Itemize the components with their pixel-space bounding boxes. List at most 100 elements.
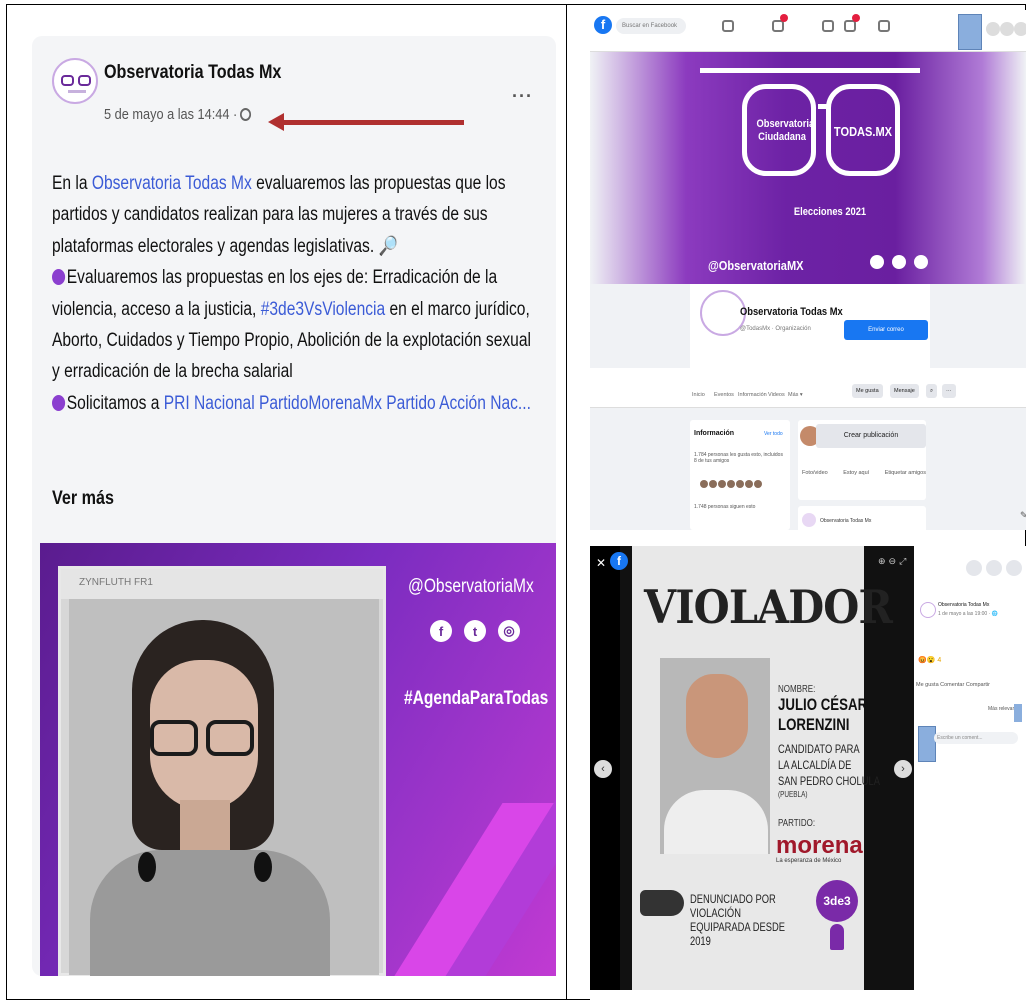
post-body-text: En la Observatoria Todas Mx evaluaremos … [52, 168, 544, 419]
tab-events[interactable]: Eventos [714, 392, 734, 398]
post-page-name[interactable]: Observatoria Todas Mx [104, 62, 281, 84]
candidate-name-first: JULIO CÉSAR [778, 695, 868, 714]
search-icon[interactable]: ⌕ [926, 384, 938, 398]
denounce-text: DENUNCIADO POR VIOLACIÓN EQUIPARADA DESDE… [690, 892, 786, 948]
previous-photo-button[interactable]: ‹ [594, 760, 612, 778]
page-mention-link[interactable]: Observatoria Todas Mx [92, 173, 252, 194]
party-name: morena [776, 832, 863, 859]
bell-icon[interactable] [1006, 560, 1022, 576]
party-mentions-link[interactable]: PRI Nacional PartidoMorenaMx Partido Acc… [164, 393, 531, 414]
post-timestamp[interactable]: 5 de mayo a las 14:44 · [104, 106, 251, 123]
zoom-controls[interactable]: ⊕⊖⤢ [878, 556, 909, 567]
cover-subtitle: Elecciones 2021 [793, 206, 867, 218]
speaker-shirt [90, 850, 330, 976]
followers-count-text: 1.748 personas siguen esto [694, 504, 756, 510]
purple-circle-icon [52, 269, 66, 286]
post-line: Solicitamos a PRI Nacional PartidoMorena… [52, 388, 544, 419]
eyeglasses [206, 720, 254, 756]
page-category: @TodasMx · Organización [740, 326, 811, 332]
panel-date: 1 de mayo a las 19:00 · 🌐 [938, 611, 998, 617]
post-line: plataformas electorales y agendas legisl… [52, 235, 398, 257]
image-hashtag: #AgendaParaTodas [404, 688, 549, 709]
search-input[interactable]: Buscar en Facebook [616, 18, 686, 34]
hashtag-link[interactable]: #3de3VsViolencia [261, 299, 385, 320]
candidate-role: LA ALCALDÍA DE [778, 758, 852, 772]
reactions-count[interactable]: 😡😮 4 [918, 656, 941, 664]
state-label: (PUEBLA) [778, 790, 808, 799]
messenger-icon[interactable] [1000, 22, 1014, 36]
globe-icon [239, 108, 251, 121]
close-icon[interactable]: ✕ [596, 556, 606, 570]
facebook-page-screenshot: f Buscar en Facebook Observatoria Ciudad… [590, 10, 1026, 530]
edit-icon[interactable]: ✎ [1020, 510, 1026, 521]
likes-count-text: 1.784 personas les gusta esto, incluidos… [694, 452, 783, 464]
tab-videos[interactable]: Videos [768, 392, 785, 398]
page-avatar[interactable] [52, 58, 98, 104]
party-label: PARTIDO: [778, 818, 816, 829]
more-options-button[interactable]: ··· [512, 86, 533, 107]
page-title: Observatoria Todas Mx [740, 306, 843, 318]
post-line: En la Observatoria Todas Mx evaluaremos … [52, 173, 506, 194]
tab-more[interactable]: Más ▾ [788, 392, 803, 398]
feed-post-author: Observatoria Todas Mx [820, 518, 872, 524]
video-bar: ZYNFLUTH FR1 [61, 569, 383, 599]
info-heading: Información [694, 430, 735, 437]
comment-input[interactable]: Escribe un coment... [934, 732, 1018, 744]
post-line: y erradicación de la brecha salarial [52, 361, 293, 383]
notification-badge [852, 14, 860, 22]
plus-icon[interactable] [966, 560, 982, 576]
post-actions[interactable]: Me gusta Comentar Compartir [916, 682, 990, 688]
post-line: partidos y candidatos realizan para las … [52, 204, 488, 226]
tab-home[interactable]: Inicio [692, 392, 705, 398]
tab-info[interactable]: Información [738, 392, 767, 398]
photo-video-button[interactable]: Foto/video [802, 470, 828, 476]
venus-symbol-icon [830, 924, 844, 950]
message-button[interactable]: Mensaje [890, 384, 919, 398]
social-icons: f t ◎ [430, 620, 520, 642]
create-post-actions: Foto/video Estoy aquí Etiquetar amigos [802, 470, 926, 476]
column-divider [566, 4, 567, 1000]
post-line: Evaluaremos las propuestas en los ejes d… [52, 262, 544, 293]
see-all-link[interactable]: Ver todo [764, 431, 783, 437]
pointing-hand-icon [640, 890, 684, 916]
facebook-logo-icon[interactable]: f [594, 16, 612, 34]
notification-badge [780, 14, 788, 22]
profile-placeholder[interactable] [958, 14, 982, 50]
next-photo-button[interactable]: › [894, 760, 912, 778]
bell-icon[interactable] [1014, 22, 1026, 36]
eyeglasses [150, 720, 198, 756]
home-icon[interactable] [722, 20, 734, 32]
name-label: NOMBRE: [778, 684, 816, 695]
cover-handle: @ObservatoriaMX [708, 258, 804, 273]
poster-title: VIOLADOR [644, 580, 893, 634]
post-line: violencia, acceso a la justicia, #3de3Vs… [52, 298, 530, 320]
cover-title: Observatoria Ciudadana [756, 118, 815, 143]
messenger-icon[interactable] [986, 560, 1002, 576]
twitter-icon: t [464, 620, 486, 642]
create-post-button[interactable]: Crear publicación [816, 424, 926, 448]
instagram-icon: ◎ [498, 620, 520, 642]
marketplace-icon[interactable] [822, 20, 834, 32]
post-line: Aborto, Cuidados y Tiempo Propio, Abolic… [52, 330, 531, 352]
annotation-arrow-icon [268, 113, 284, 131]
plus-icon[interactable] [986, 22, 1000, 36]
page-tabs [590, 368, 1026, 408]
send-email-button[interactable]: Enviar correo [844, 320, 928, 340]
tag-friends-button[interactable]: Etiquetar amigos [885, 470, 926, 476]
purple-circle-icon [52, 394, 66, 411]
cover-brand: TODAS.MX [833, 124, 893, 139]
annotation-arrow-shaft [282, 120, 464, 125]
friend-avatars [700, 480, 762, 488]
facebook-logo-icon[interactable]: f [610, 552, 628, 570]
post-date-text[interactable]: 5 de mayo a las 14:44 · [104, 106, 237, 123]
candidate-role: CANDIDATO PARA [778, 742, 860, 756]
like-page-button[interactable]: Me gusta [852, 384, 883, 398]
panel-page-name[interactable]: Observatoria Todas Mx [938, 602, 989, 608]
check-in-button[interactable]: Estoy aquí [843, 470, 869, 476]
see-more-link[interactable]: Ver más [52, 488, 114, 510]
more-icon[interactable]: ··· [942, 384, 956, 398]
avatar [802, 513, 816, 527]
gaming-icon[interactable] [878, 20, 890, 32]
party-slogan: La esperanza de México [776, 858, 842, 864]
avatar[interactable] [920, 602, 936, 618]
